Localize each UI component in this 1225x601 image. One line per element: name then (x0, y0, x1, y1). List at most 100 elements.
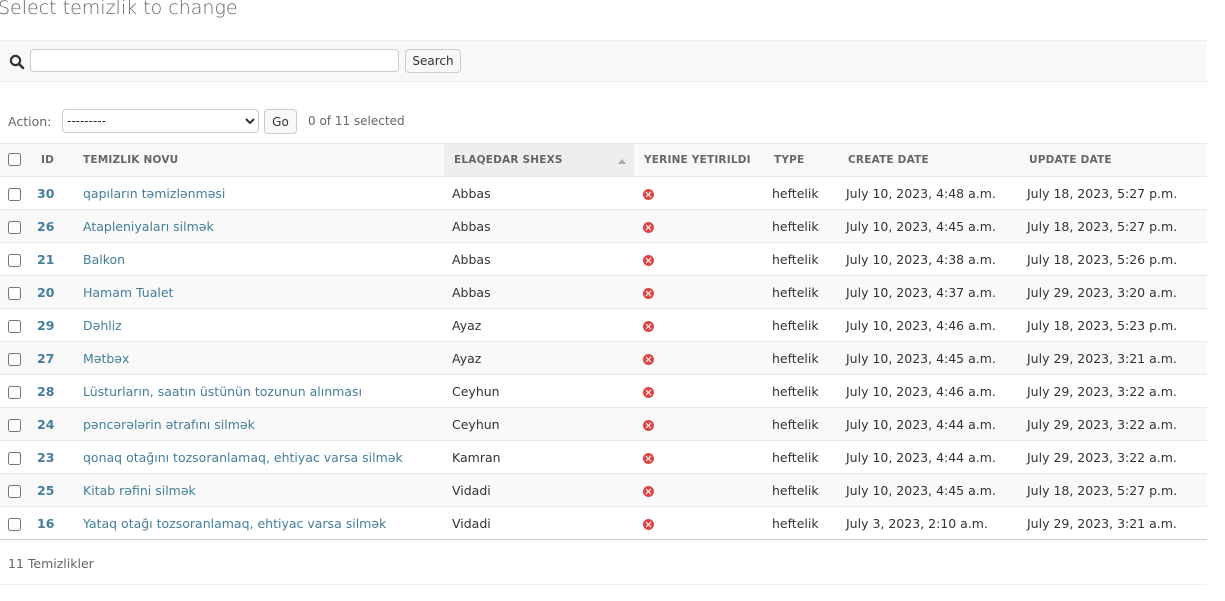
update-date-value: July 18, 2023, 5:27 p.m. (1027, 482, 1178, 498)
type-cell: heftelik (771, 176, 845, 210)
page-title: Select temizlik to change (0, 0, 238, 19)
update-date-value: July 29, 2023, 3:22 a.m. (1027, 416, 1177, 432)
column-header-elaqedar-shexs[interactable]: ELAQEDAR SHEXS (444, 143, 634, 177)
action-label: Action: (8, 114, 52, 129)
id-cell: 29 (30, 308, 74, 342)
row-id-link[interactable]: 20 (30, 285, 54, 300)
temizlik-novu-link[interactable]: Atapleniyaları silmək (74, 219, 214, 234)
type-value: heftelik (772, 284, 819, 300)
row-select-cell (0, 506, 30, 540)
elaqedar-shexs-value: Ayaz (452, 317, 482, 333)
yerine-yetirildi-cell (634, 308, 771, 342)
row-checkbox[interactable] (8, 352, 21, 366)
temizlik-novu-link[interactable]: Yataq otağı tozsoranlamaq, ehtiyac varsa… (74, 516, 386, 531)
update-date-cell: July 29, 2023, 3:22 a.m. (1025, 407, 1207, 441)
column-header-temizlik-novu-label: TEMIZLIK NOVU (83, 154, 179, 166)
search-input[interactable] (30, 49, 399, 72)
column-header-type[interactable]: TYPE (771, 143, 845, 177)
temizlik-novu-link[interactable]: qonaq otağını tozsoranlamaq, ehtiyac var… (74, 450, 403, 465)
row-id-link[interactable]: 21 (30, 252, 54, 267)
temizlik-novu-link[interactable]: Balkon (74, 252, 125, 267)
row-checkbox[interactable] (8, 418, 21, 432)
elaqedar-shexs-cell: Ayaz (444, 308, 634, 342)
yerine-yetirildi-cell (634, 407, 771, 441)
temizlik-novu-cell: pəncərələrin ətrafını silmək (74, 407, 444, 441)
temizlik-novu-link[interactable]: Dəhliz (74, 318, 122, 333)
id-cell: 16 (30, 506, 74, 540)
create-date-value: July 10, 2023, 4:46 a.m. (846, 317, 996, 333)
row-id-link[interactable]: 26 (30, 219, 54, 234)
yerine-yetirildi-cell (634, 341, 771, 375)
search-button[interactable]: Search (405, 49, 461, 73)
create-date-cell: July 10, 2023, 4:38 a.m. (845, 242, 1025, 276)
update-date-value: July 18, 2023, 5:27 p.m. (1027, 185, 1178, 201)
row-select-cell (0, 242, 30, 276)
row-checkbox[interactable] (8, 517, 21, 531)
sort-ascending-icon[interactable] (618, 159, 626, 164)
select-all-cell (0, 143, 30, 177)
row-checkbox[interactable] (8, 187, 21, 201)
row-id-link[interactable]: 25 (30, 483, 54, 498)
id-cell: 26 (30, 209, 74, 243)
table-row: 29 Dəhliz Ayaz heftelik July 10, 2023, 4:46 … (0, 308, 1207, 342)
id-cell: 25 (30, 473, 74, 507)
elaqedar-shexs-cell: Vidadi (444, 506, 634, 540)
type-value: heftelik (772, 515, 819, 531)
column-header-id[interactable]: ID (30, 143, 74, 177)
create-date-cell: July 10, 2023, 4:46 a.m. (845, 308, 1025, 342)
type-cell: heftelik (771, 209, 845, 243)
row-id-link[interactable]: 29 (30, 318, 54, 333)
row-select-cell (0, 440, 30, 474)
row-select-cell (0, 341, 30, 375)
select-all-checkbox[interactable] (8, 152, 21, 166)
row-id-link[interactable]: 27 (30, 351, 54, 366)
column-header-temizlik-novu[interactable]: TEMIZLIK NOVU (74, 143, 444, 177)
icon-no-icon (643, 486, 654, 497)
row-checkbox[interactable] (8, 253, 21, 267)
row-checkbox[interactable] (8, 451, 21, 465)
yerine-yetirildi-cell (634, 506, 771, 540)
update-date-cell: July 29, 2023, 3:22 a.m. (1025, 374, 1207, 408)
row-id-link[interactable]: 30 (30, 186, 54, 201)
table-row: 21 Balkon Abbas heftelik July 10, 2023, 4:38… (0, 242, 1207, 276)
create-date-cell: July 3, 2023, 2:10 a.m. (845, 506, 1025, 540)
create-date-cell: July 10, 2023, 4:48 a.m. (845, 176, 1025, 210)
create-date-value: July 10, 2023, 4:46 a.m. (846, 383, 996, 399)
temizlik-novu-link[interactable]: Hamam Tualet (74, 285, 173, 300)
id-cell: 24 (30, 407, 74, 441)
elaqedar-shexs-value: Kamran (452, 449, 501, 465)
column-header-update-date[interactable]: UPDATE DATE (1025, 143, 1207, 177)
row-checkbox[interactable] (8, 286, 21, 300)
temizlik-novu-link[interactable]: Lüsturların, saatın üstünün tozunun alın… (74, 384, 362, 399)
go-button[interactable]: Go (264, 109, 297, 134)
temizlik-novu-link[interactable]: Mətbəx (74, 351, 129, 366)
column-header-create-date[interactable]: CREATE DATE (845, 143, 1025, 177)
row-checkbox[interactable] (8, 385, 21, 399)
temizlik-novu-cell: qonaq otağını tozsoranlamaq, ehtiyac var… (74, 440, 444, 474)
create-date-cell: July 10, 2023, 4:45 a.m. (845, 341, 1025, 375)
table-row: 25 Kitab rəfini silmək Vidadi heftelik July … (0, 473, 1207, 507)
yerine-yetirildi-cell (634, 440, 771, 474)
column-header-yerine-yetirildi[interactable]: YERINE YETIRILDI (634, 143, 771, 177)
row-select-cell (0, 407, 30, 441)
create-date-cell: July 10, 2023, 4:46 a.m. (845, 374, 1025, 408)
row-checkbox[interactable] (8, 484, 21, 498)
action-select[interactable]: --------- (62, 109, 259, 133)
column-header-yerine-yetirildi-label: YERINE YETIRILDI (644, 154, 751, 166)
row-checkbox[interactable] (8, 220, 21, 234)
temizlik-novu-link[interactable]: qapıların təmizlənməsi (74, 186, 225, 201)
column-header-create-date-label: CREATE DATE (848, 154, 929, 166)
row-select-cell (0, 209, 30, 243)
row-checkbox[interactable] (8, 319, 21, 333)
row-id-link[interactable]: 16 (30, 516, 54, 531)
row-id-link[interactable]: 28 (30, 384, 54, 399)
temizlik-novu-link[interactable]: pəncərələrin ətrafını silmək (74, 417, 255, 432)
update-date-value: July 29, 2023, 3:21 a.m. (1027, 350, 1177, 366)
row-id-link[interactable]: 23 (30, 450, 54, 465)
update-date-cell: July 29, 2023, 3:21 a.m. (1025, 506, 1207, 540)
row-id-link[interactable]: 24 (30, 417, 54, 432)
update-date-cell: July 18, 2023, 5:23 p.m. (1025, 308, 1207, 342)
table-row: 23 qonaq otağını tozsoranlamaq, ehtiyac v… (0, 440, 1207, 474)
temizlik-novu-link[interactable]: Kitab rəfini silmək (74, 483, 196, 498)
id-cell: 28 (30, 374, 74, 408)
